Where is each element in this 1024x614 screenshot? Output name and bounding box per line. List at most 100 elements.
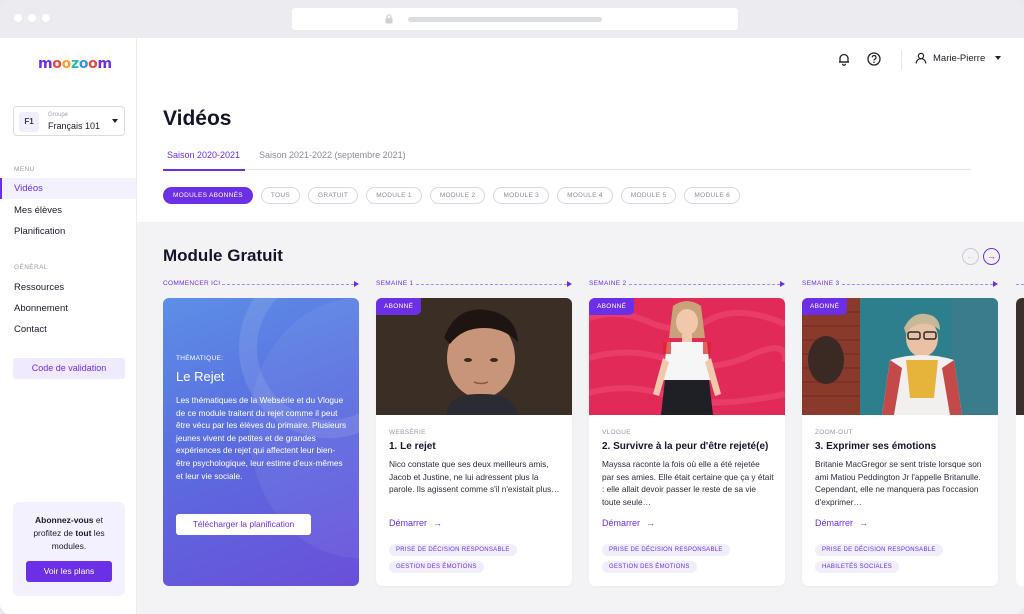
timeline-arrow-icon xyxy=(993,281,998,287)
address-bar[interactable] xyxy=(292,8,738,30)
topbar-divider xyxy=(901,50,902,70)
arrow-right-icon: → xyxy=(646,518,656,528)
sidebar-item-ressources[interactable]: Ressources xyxy=(0,277,136,298)
bell-icon[interactable] xyxy=(837,52,851,66)
general-section-label: GÉNÉRAL xyxy=(14,264,48,271)
logo-letter: z xyxy=(70,56,79,72)
subscribed-badge: ABONNÉ xyxy=(802,298,848,315)
week-label-semaine-1: SEMAINE 1 xyxy=(376,280,414,287)
user-name: Marie-Pierre xyxy=(933,52,986,64)
module-title: Module Gratuit xyxy=(163,246,283,265)
timeline-arrow-icon xyxy=(780,281,785,287)
top-bar: Marie-Pierre xyxy=(137,38,1024,82)
tab-saison-2021-2022[interactable]: Saison 2021-2022 (septembre 2021) xyxy=(259,150,406,160)
video-card[interactable]: ABONNÉ ZOOM-OUT 3. Exprimer ses émotions… xyxy=(802,298,998,586)
start-link[interactable]: Démarrer → xyxy=(815,518,868,528)
view-plans-button[interactable]: Voir les plans xyxy=(26,561,112,582)
window-maximize-dot[interactable] xyxy=(42,14,50,22)
module-filter-chips: MODULES ABONNÉS TOUS GRATUIT MODULE 1 MO… xyxy=(163,187,741,204)
validation-code-button[interactable]: Code de validation xyxy=(13,358,125,379)
chevron-down-icon xyxy=(995,56,1002,60)
theme-title: Le Rejet xyxy=(176,369,225,384)
next-card-peek[interactable] xyxy=(1016,298,1024,586)
skill-tag: PRISE DE DÉCISION RESPONSABLE xyxy=(815,544,943,556)
sidebar-item-contact[interactable]: Contact xyxy=(0,319,136,340)
moozoom-logo[interactable]: moozoom xyxy=(38,56,112,72)
group-selector[interactable]: F1 Groupe Français 101 xyxy=(13,106,125,136)
video-thumbnail[interactable]: ABONNÉ xyxy=(802,298,998,415)
theme-label: THÉMATIQUE: xyxy=(176,355,224,362)
skill-tag: PRISE DE DÉCISION RESPONSABLE xyxy=(389,544,517,556)
video-title[interactable]: 2. Survivre à la peur d'être rejeté(e) xyxy=(602,441,768,452)
chip-gratuit[interactable]: GRATUIT xyxy=(308,187,359,204)
video-thumbnail[interactable]: ABONNÉ xyxy=(589,298,785,415)
window-controls xyxy=(14,14,50,22)
theme-description: Les thématiques de la Websérie et du Vlo… xyxy=(176,395,347,481)
week-label-commencer: COMMENCER ICI xyxy=(163,280,221,287)
chip-modules-abonnes[interactable]: MODULES ABONNÉS xyxy=(163,187,253,204)
chevron-down-icon xyxy=(112,119,118,123)
video-thumbnail-image xyxy=(802,298,998,415)
video-description: Britanie MacGregor se sent triste lorsqu… xyxy=(815,459,982,507)
timeline-dashed-line xyxy=(1016,284,1024,285)
week-label-semaine-3: SEMAINE 3 xyxy=(802,280,840,287)
video-thumbnail-image xyxy=(376,298,572,415)
next-card-thumbnail xyxy=(1016,298,1024,415)
week-label-semaine-2: SEMAINE 2 xyxy=(589,280,627,287)
menu-section-label: MENU xyxy=(14,166,35,173)
video-title[interactable]: 3. Exprimer ses émotions xyxy=(815,441,936,452)
logo-letter: m xyxy=(97,56,112,72)
chip-module-4[interactable]: MODULE 4 xyxy=(557,187,613,204)
promo-text: Abonnez-vous et profitez de tout les mod… xyxy=(13,514,125,553)
group-badge: F1 xyxy=(19,112,39,132)
timeline-dashed-line xyxy=(842,284,993,285)
chip-tous[interactable]: TOUS xyxy=(260,187,301,204)
user-icon xyxy=(915,52,927,64)
video-card[interactable]: ABONNÉ WEBSÉRIE 1. Le rejet Nico constat… xyxy=(376,298,572,586)
start-link[interactable]: Démarrer → xyxy=(602,518,655,528)
logo-letter: o xyxy=(52,56,62,72)
sidebar-item-mes-eleves[interactable]: Mes élèves xyxy=(0,200,136,221)
video-thumbnail[interactable]: ABONNÉ xyxy=(376,298,572,415)
window-close-dot[interactable] xyxy=(14,14,22,22)
chip-module-5[interactable]: MODULE 5 xyxy=(620,187,677,204)
timeline-dashed-line xyxy=(629,284,780,285)
video-card[interactable]: ABONNÉ VLOGUE 2. Survivre à la peur d'êt… xyxy=(589,298,785,586)
arrow-right-icon: → xyxy=(433,518,443,528)
skill-tag: GESTION DES ÉMOTIONS xyxy=(602,561,697,573)
download-planning-button[interactable]: Télécharger la planification xyxy=(176,514,311,535)
active-tab-indicator xyxy=(163,169,245,171)
video-category: ZOOM-OUT xyxy=(815,429,853,436)
timeline-arrow-icon xyxy=(567,281,572,287)
tab-saison-2020-2021[interactable]: Saison 2020-2021 xyxy=(167,150,240,160)
video-title[interactable]: 1. Le rejet xyxy=(389,441,436,452)
carousel-prev-button[interactable]: ← xyxy=(962,248,979,265)
user-menu[interactable]: Marie-Pierre xyxy=(915,52,1002,64)
chip-module-1[interactable]: MODULE 1 xyxy=(366,187,422,204)
sidebar-item-abonnement[interactable]: Abonnement xyxy=(0,298,136,319)
window-minimize-dot[interactable] xyxy=(28,14,36,22)
start-link-label: Démarrer xyxy=(815,518,854,528)
theme-card: THÉMATIQUE: Le Rejet Les thématiques de … xyxy=(163,298,359,586)
logo-letter: o xyxy=(88,56,98,72)
video-description: Nico constate que ses deux meilleurs ami… xyxy=(389,459,560,495)
group-name: Français 101 xyxy=(48,121,101,131)
help-icon[interactable] xyxy=(867,52,881,66)
video-category: WEBSÉRIE xyxy=(389,429,426,436)
sidebar-item-planification[interactable]: Planification xyxy=(0,221,136,242)
promo-text-strong: Abonnez-vous xyxy=(34,515,94,525)
subscribed-badge: ABONNÉ xyxy=(376,298,422,315)
chip-module-2[interactable]: MODULE 2 xyxy=(429,187,486,204)
start-link[interactable]: Démarrer → xyxy=(389,518,442,528)
sidebar-item-videos[interactable]: Vidéos xyxy=(0,178,136,199)
chip-module-3[interactable]: MODULE 3 xyxy=(493,187,550,204)
logo-letter: o xyxy=(61,56,72,72)
video-description: Mayssa raconte la fois où elle a été rej… xyxy=(602,459,774,507)
carousel-next-button[interactable]: → xyxy=(983,248,1000,265)
page-title: Vidéos xyxy=(163,107,232,130)
video-thumbnail-image xyxy=(589,298,785,415)
chip-module-6[interactable]: MODULE 6 xyxy=(684,187,741,204)
start-link-label: Démarrer xyxy=(602,518,641,528)
logo-letter: o xyxy=(78,56,89,72)
browser-window: moozoom F1 Groupe Français 101 MENU Vidé… xyxy=(0,0,1024,614)
